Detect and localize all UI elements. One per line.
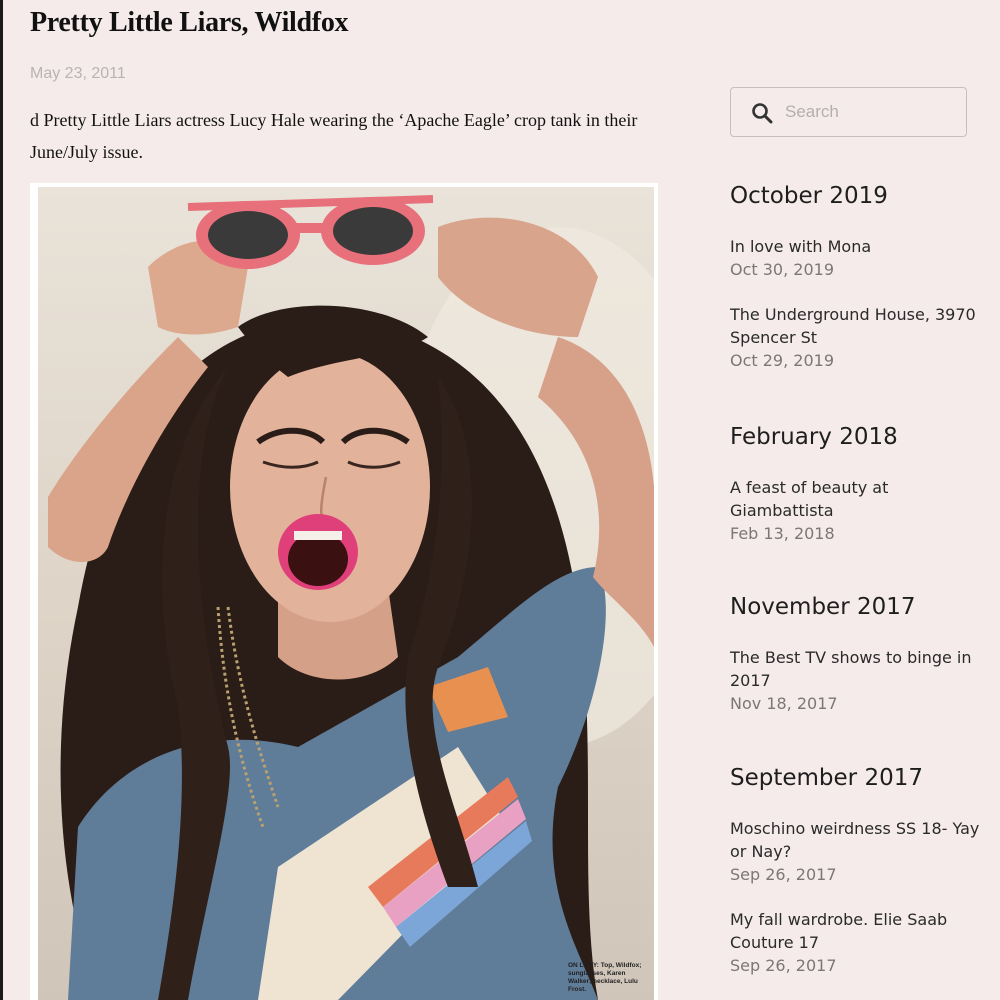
search-icon bbox=[752, 103, 773, 124]
search-box[interactable] bbox=[730, 87, 967, 137]
archive-item-date: Sep 26, 2017 bbox=[730, 865, 837, 884]
archive-item-title[interactable]: Moschino weirdness SS 18- Yay or Nay? bbox=[730, 817, 990, 863]
blog-page: Pretty Little Liars, Wildfox May 23, 201… bbox=[0, 0, 1000, 1000]
archive-group-september-2017: September 2017 Moschino weirdness SS 18-… bbox=[730, 763, 990, 977]
archive-item-title[interactable]: My fall wardrobe. Elie Saab Couture 17 bbox=[730, 908, 990, 954]
archive-heading: September 2017 bbox=[730, 765, 923, 791]
archive-heading: November 2017 bbox=[730, 594, 916, 620]
post-title[interactable]: Pretty Little Liars, Wildfox bbox=[30, 4, 349, 42]
archive-item-date: Nov 18, 2017 bbox=[730, 694, 838, 713]
archive-group-november-2017: November 2017 The Best TV shows to binge… bbox=[730, 592, 990, 715]
photo-credit: ON LUCY: Top, Wildfox; sunglasses, Karen… bbox=[568, 962, 642, 993]
post-body: d Pretty Little Liars actress Lucy Hale … bbox=[30, 110, 638, 162]
archive-item-title[interactable]: In love with Mona bbox=[730, 235, 990, 258]
archive-heading: October 2019 bbox=[730, 183, 888, 209]
archive-item-title[interactable]: A feast of beauty at Giambattista bbox=[730, 476, 990, 522]
archive-item-date: Oct 30, 2019 bbox=[730, 260, 834, 279]
archive-item[interactable]: A feast of beauty at Giambattista Feb 13… bbox=[730, 476, 990, 545]
archive-item-date: Feb 13, 2018 bbox=[730, 524, 835, 543]
archive-group-october-2019: October 2019 In love with Mona Oct 30, 2… bbox=[730, 181, 990, 372]
archive-item-date: Oct 29, 2019 bbox=[730, 351, 834, 370]
archive-item-title[interactable]: The Underground House, 3970 Spencer St bbox=[730, 303, 990, 349]
archive-item-date: Sep 26, 2017 bbox=[730, 956, 837, 975]
archive-item[interactable]: Moschino weirdness SS 18- Yay or Nay? Se… bbox=[730, 817, 990, 886]
archive-item[interactable]: In love with Mona Oct 30, 2019 bbox=[730, 235, 990, 281]
photo-illustration bbox=[48, 195, 654, 1000]
archive-item[interactable]: My fall wardrobe. Elie Saab Couture 17 S… bbox=[730, 908, 990, 977]
archive-heading: February 2018 bbox=[730, 424, 898, 450]
post-date: May 23, 2011 bbox=[30, 65, 126, 82]
post-photo[interactable]: ON LUCY: Top, Wildfox; sunglasses, Karen… bbox=[30, 183, 658, 1000]
archive-item[interactable]: The Underground House, 3970 Spencer St O… bbox=[730, 303, 990, 372]
archive-item[interactable]: The Best TV shows to binge in 2017 Nov 1… bbox=[730, 646, 990, 715]
archive-item-title[interactable]: The Best TV shows to binge in 2017 bbox=[730, 646, 990, 692]
archive-group-february-2018: February 2018 A feast of beauty at Giamb… bbox=[730, 422, 990, 545]
magazine-scan: ON LUCY: Top, Wildfox; sunglasses, Karen… bbox=[38, 187, 654, 1000]
search-input[interactable] bbox=[785, 98, 955, 126]
left-border bbox=[0, 0, 3, 1000]
